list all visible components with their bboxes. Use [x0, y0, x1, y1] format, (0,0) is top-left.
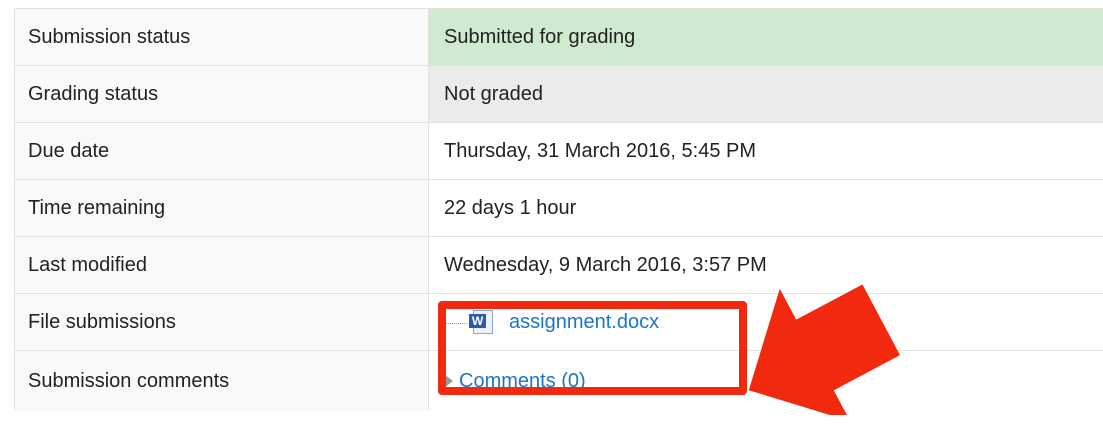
table-row: Submission status Submitted for grading — [15, 9, 1103, 66]
submission-comments-label: Submission comments — [15, 351, 429, 411]
table-row: Due date Thursday, 31 March 2016, 5:45 P… — [15, 123, 1103, 180]
last-modified-label: Last modified — [15, 237, 429, 293]
annotation-highlight-box — [438, 301, 747, 395]
annotation-arrow-icon — [748, 284, 900, 415]
due-date-label: Due date — [15, 123, 429, 179]
time-remaining-label: Time remaining — [15, 180, 429, 236]
submission-status-label: Submission status — [15, 9, 429, 65]
grading-status-label: Grading status — [15, 66, 429, 122]
file-submissions-label: File submissions — [15, 294, 429, 350]
table-row: Time remaining 22 days 1 hour — [15, 180, 1103, 237]
table-row: Last modified Wednesday, 9 March 2016, 3… — [15, 237, 1103, 294]
submission-status-value: Submitted for grading — [429, 9, 1103, 65]
grading-status-value: Not graded — [429, 66, 1103, 122]
table-row: Grading status Not graded — [15, 66, 1103, 123]
due-date-value: Thursday, 31 March 2016, 5:45 PM — [429, 123, 1103, 179]
time-remaining-value: 22 days 1 hour — [429, 180, 1103, 236]
